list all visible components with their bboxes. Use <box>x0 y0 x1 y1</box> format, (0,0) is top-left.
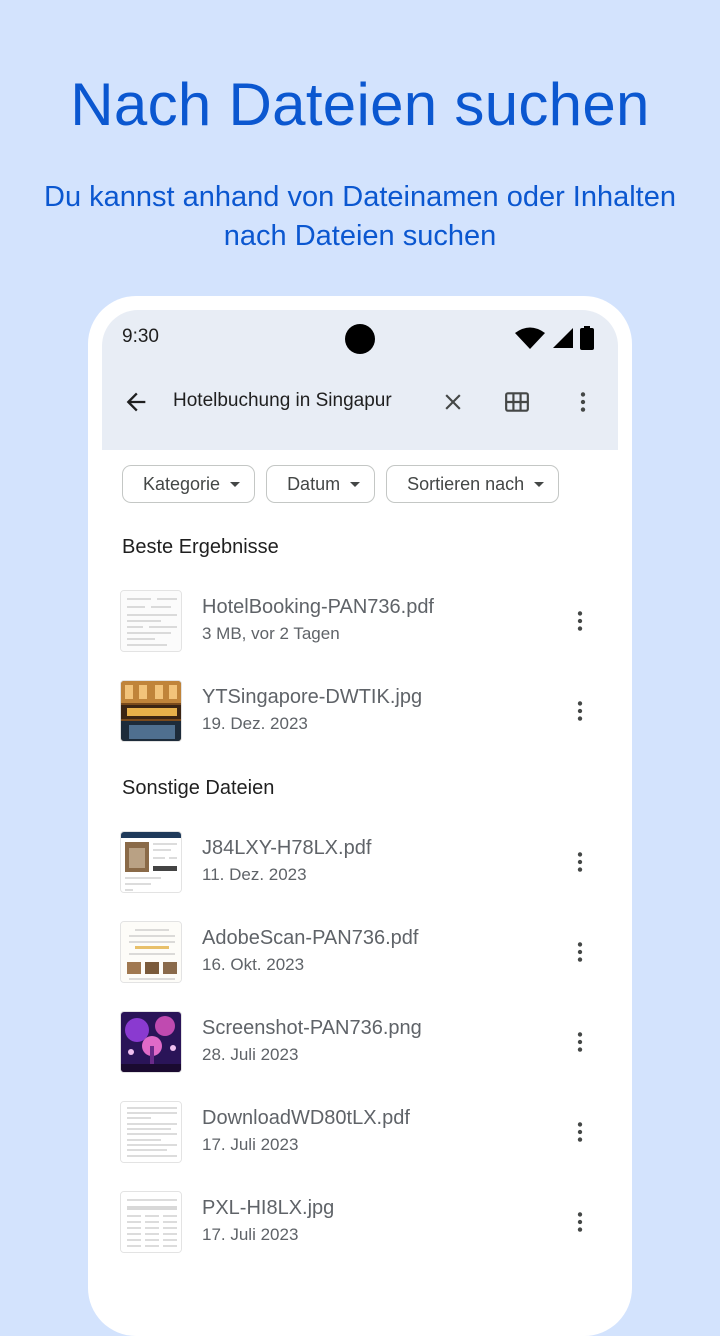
dropdown-arrow-icon <box>230 481 241 487</box>
file-row[interactable]: PXL-HI8LX.jpg 17. Juli 2023 <box>102 1187 618 1257</box>
more-vert-icon[interactable] <box>567 849 593 875</box>
battery-icon <box>580 326 594 350</box>
file-row[interactable]: J84LXY-H78LX.pdf 11. Dez. 2023 <box>102 827 618 897</box>
file-name: PXL-HI8LX.jpg <box>202 1197 335 1219</box>
file-row[interactable]: YTSingapore-DWTIK.jpg 19. Dez. 2023 <box>102 676 618 746</box>
filter-chips: Kategorie Datum Sortieren nach <box>122 465 560 503</box>
file-thumbnail <box>120 590 182 652</box>
file-name: DownloadWD80tLX.pdf <box>202 1107 410 1129</box>
more-vert-icon[interactable] <box>567 1119 593 1145</box>
promo-subtitle: Du kannst anhand von Dateinamen oder Inh… <box>44 181 676 252</box>
signal-icon <box>553 328 573 348</box>
file-meta: 17. Juli 2023 <box>202 1225 299 1244</box>
file-meta: 16. Okt. 2023 <box>202 955 305 974</box>
status-icons <box>514 326 594 350</box>
file-thumbnail <box>120 831 182 893</box>
filter-chip-label: Kategorie <box>143 473 221 494</box>
more-vert-icon[interactable] <box>567 608 593 634</box>
more-vert-icon[interactable] <box>567 1029 593 1055</box>
filter-chip-category[interactable]: Kategorie <box>122 465 256 503</box>
file-row[interactable]: DownloadWD80tLX.pdf 17. Juli 2023 <box>102 1097 618 1167</box>
file-thumbnail <box>120 1101 182 1163</box>
more-vert-icon[interactable] <box>567 698 593 724</box>
file-name: HotelBooking-PAN736.pdf <box>202 596 434 618</box>
more-vert-icon[interactable] <box>570 389 596 415</box>
file-meta: 11. Dez. 2023 <box>202 865 307 884</box>
camera-cutout <box>345 324 375 354</box>
status-time: 9:30 <box>122 326 159 347</box>
file-name: AdobeScan-PAN736.pdf <box>202 927 419 949</box>
file-row[interactable]: AdobeScan-PAN736.pdf 16. Okt. 2023 <box>102 917 618 987</box>
filter-chip-sort[interactable]: Sortieren nach <box>386 465 560 503</box>
file-name: J84LXY-H78LX.pdf <box>202 837 372 859</box>
search-app-bar: 9:30 Hotelbuchung in Singapur <box>102 310 618 450</box>
file-thumbnail <box>120 1011 182 1073</box>
file-thumbnail <box>120 1191 182 1253</box>
file-thumbnail <box>120 921 182 983</box>
phone-screen: 9:30 Hotelbuchung in Singapur Kategorie … <box>102 310 618 1320</box>
filter-chip-date[interactable]: Datum <box>266 465 376 503</box>
more-vert-icon[interactable] <box>567 939 593 965</box>
filter-chip-label: Datum <box>287 473 341 494</box>
section-heading-best: Beste Ergebnisse <box>122 536 279 558</box>
grid-view-icon[interactable] <box>504 389 530 415</box>
phone-frame: 9:30 Hotelbuchung in Singapur Kategorie … <box>88 296 632 1336</box>
file-name: Screenshot-PAN736.png <box>202 1017 422 1039</box>
dropdown-arrow-icon <box>534 481 545 487</box>
close-icon[interactable] <box>440 389 466 415</box>
wifi-icon <box>515 327 545 349</box>
more-vert-icon[interactable] <box>567 1209 593 1235</box>
file-meta: 17. Juli 2023 <box>202 1135 299 1154</box>
file-meta: 19. Dez. 2023 <box>202 714 308 733</box>
arrow-back-icon[interactable] <box>122 388 150 416</box>
file-meta: 28. Juli 2023 <box>202 1045 299 1064</box>
dropdown-arrow-icon <box>350 481 361 487</box>
section-heading-other: Sonstige Dateien <box>122 777 275 799</box>
file-name: YTSingapore-DWTIK.jpg <box>202 686 423 708</box>
file-row[interactable]: HotelBooking-PAN736.pdf 3 MB, vor 2 Tage… <box>102 586 618 656</box>
promo-title: Nach Dateien suchen <box>70 71 650 138</box>
file-row[interactable]: Screenshot-PAN736.png 28. Juli 2023 <box>102 1007 618 1077</box>
search-input[interactable]: Hotelbuchung in Singapur <box>173 390 392 412</box>
filter-chip-label: Sortieren nach <box>407 473 525 494</box>
file-meta: 3 MB, vor 2 Tagen <box>202 624 340 643</box>
file-thumbnail <box>120 680 182 742</box>
